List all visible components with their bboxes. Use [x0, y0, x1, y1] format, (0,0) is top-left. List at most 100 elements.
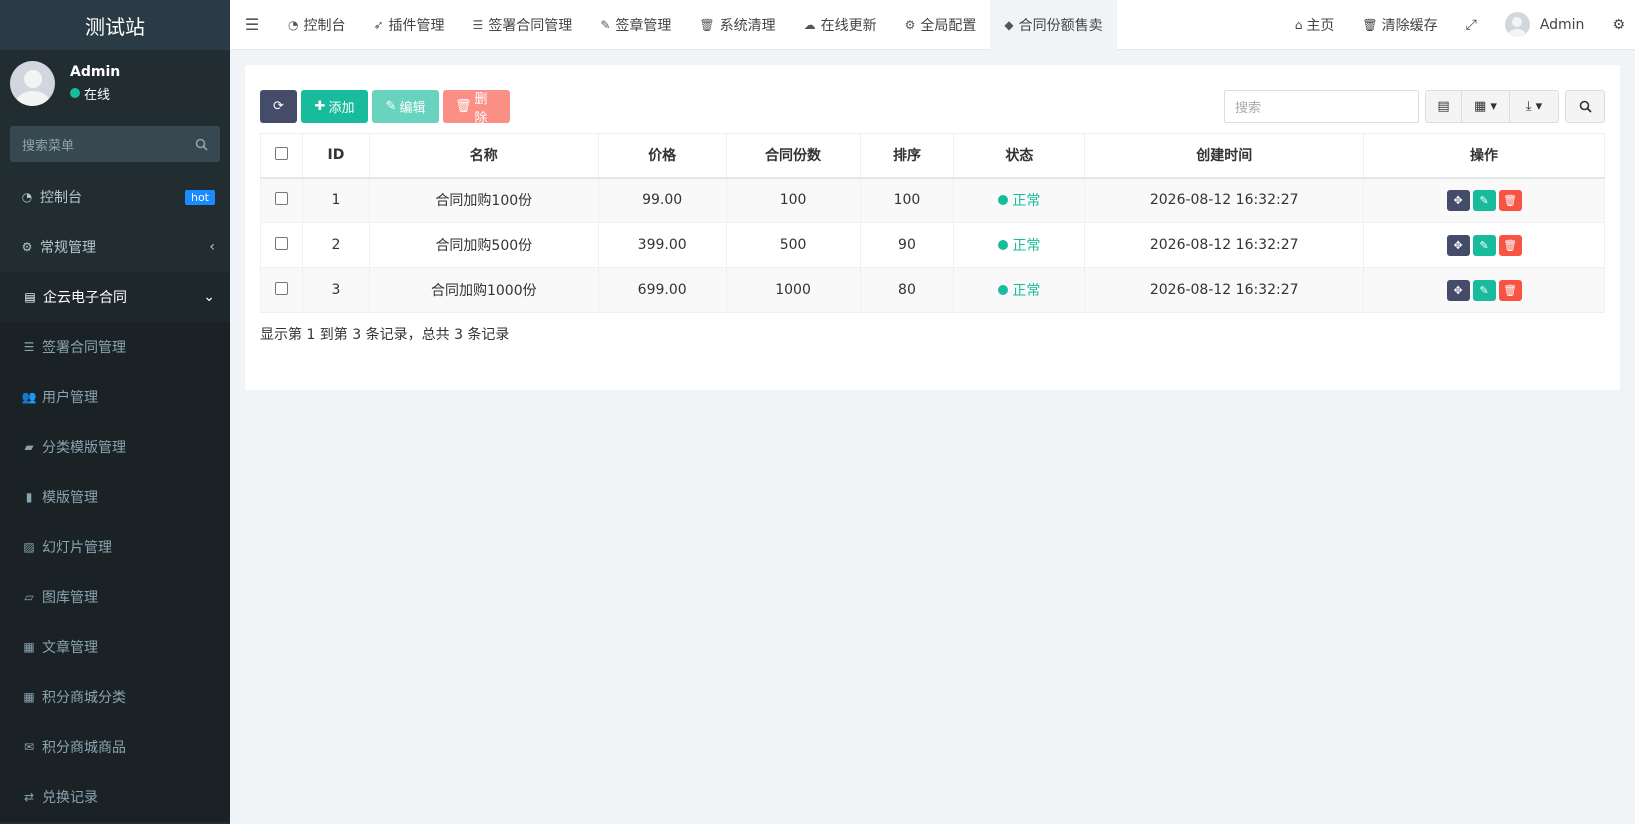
column-header[interactable]: 价格 — [597, 133, 727, 179]
sidebar-item-sign-contract[interactable]: ☰ 签署合同管理 — [0, 322, 230, 372]
table-search-input[interactable]: 搜索 — [1224, 90, 1419, 123]
trash-icon: 🗑 — [1362, 17, 1378, 32]
drag-icon[interactable]: ✥ — [1446, 234, 1470, 256]
tab-global-config[interactable]: ⚙ 全局配置 — [891, 0, 991, 50]
users-icon: 👥 — [21, 390, 37, 404]
table-row[interactable]: 1 合同加购100份 99.00 100 100 正常 2026-08-12 1… — [260, 177, 1605, 223]
delete-row-icon[interactable]: 🗑 — [1498, 189, 1522, 211]
tab-seals[interactable]: ✎ 签章管理 — [586, 0, 685, 50]
drag-icon[interactable]: ✥ — [1446, 279, 1470, 301]
column-header[interactable]: 名称 — [368, 133, 599, 179]
table-row[interactable]: 2 合同加购500份 399.00 500 90 正常 2026-08-12 1… — [260, 222, 1605, 268]
export-dropdown-icon[interactable]: ⤓ ▾ — [1510, 91, 1558, 122]
ticket-icon: ◆ — [1004, 17, 1014, 32]
delete-button[interactable]: 🗑 删除 — [443, 90, 510, 126]
tab-label: 合同份额售卖 — [1018, 17, 1103, 34]
sidebar-item-template[interactable]: ▮ 模版管理 — [0, 472, 230, 522]
cogs-icon: ⚙ — [904, 17, 916, 32]
column-header[interactable]: 创建时间 — [1084, 133, 1365, 179]
column-header[interactable]: 状态 — [953, 133, 1086, 179]
user-name: Admin — [70, 63, 121, 80]
gift-icon: ✉ — [23, 740, 35, 754]
home-label: 主页 — [1306, 17, 1335, 34]
tab-label: 在线更新 — [820, 17, 877, 34]
select-all-checkbox[interactable] — [260, 133, 303, 179]
home-link[interactable]: ⌂ 主页 — [1281, 15, 1349, 35]
sidebar-item-exchange[interactable]: ⇄ 兑换记录 — [0, 772, 230, 822]
row-checkbox[interactable] — [260, 222, 303, 268]
edit-row-icon[interactable]: ✎ — [1472, 189, 1496, 211]
sidebar-item-label: 模版管理 — [42, 490, 98, 506]
toggle-view-icon[interactable]: ▤ — [1426, 91, 1462, 122]
settings-cogs-icon[interactable]: ⚙ — [1598, 17, 1635, 33]
advanced-search-icon[interactable] — [1565, 90, 1605, 123]
menu-toggle-icon[interactable]: ☰ — [230, 15, 274, 34]
tab-label: 签署合同管理 — [488, 17, 573, 34]
cell-status: 正常 — [953, 222, 1086, 268]
sidebar-item-label: 积分商城商品 — [42, 740, 126, 756]
add-button[interactable]: ✚ 添加 — [301, 90, 368, 123]
refresh-button[interactable]: ⟳ — [260, 90, 297, 123]
sidebar-item-users[interactable]: 👥 用户管理 — [0, 372, 230, 422]
menu-search-input[interactable]: 搜索菜单 — [10, 126, 220, 162]
delete-row-icon[interactable]: 🗑 — [1498, 279, 1522, 301]
status-dot-icon — [998, 240, 1009, 250]
cell-price: 399.00 — [597, 222, 727, 268]
column-header[interactable]: 排序 — [859, 133, 955, 179]
brand-logo[interactable]: 测试站 — [0, 0, 230, 50]
status-label: 正常 — [1012, 238, 1041, 254]
tab-system-clean[interactable]: 🗑 系统清理 — [685, 0, 789, 50]
tab-dashboard[interactable]: ◔ 控制台 — [274, 0, 359, 50]
sidebar-item-contract[interactable]: ▤ 企云电子合同 ⌄ — [0, 272, 230, 322]
tab-plugins[interactable]: ➶ 插件管理 — [359, 0, 458, 50]
user-menu[interactable]: Admin — [1491, 12, 1599, 37]
search-placeholder: 搜索 — [1235, 101, 1262, 116]
table-view-buttons: ▤ ▦ ▾ ⤓ ▾ — [1425, 90, 1559, 123]
data-table: ID 名称 价格 合同份数 排序 状态 创建时间 操作 1 合同加购100份 9… — [260, 133, 1605, 313]
fullscreen-icon[interactable]: ⤢ — [1452, 17, 1491, 33]
row-checkbox[interactable] — [260, 267, 303, 313]
sidebar-item-category-template[interactable]: ▰ 分类模版管理 — [0, 422, 230, 472]
sidebar-item-dashboard[interactable]: ◔ 控制台 hot — [0, 172, 230, 222]
clear-cache-button[interactable]: 🗑 清除缓存 — [1348, 15, 1451, 35]
sidebar-submenu: ☰ 签署合同管理 👥 用户管理 ▰ 分类模版管理 ▮ 模版管理 ▨ 幻灯片管理 ▱ 图库管理… — [0, 322, 230, 822]
status-dot-icon — [998, 195, 1009, 206]
tab-online-update[interactable]: ☁ 在线更新 — [790, 0, 891, 50]
table-tools: 搜索 ▤ ▦ ▾ ⤓ ▾ — [1224, 90, 1605, 123]
tab-contract-sale[interactable]: ◆ 合同份额售卖 — [990, 0, 1117, 50]
refresh-icon: ⟳ — [273, 99, 284, 114]
delete-row-icon[interactable]: 🗑 — [1498, 234, 1522, 256]
sidebar-item-articles[interactable]: ▦ 文章管理 — [0, 622, 230, 672]
cell-status: 正常 — [953, 267, 1086, 313]
hot-badge: hot — [184, 189, 215, 205]
sidebar-item-general[interactable]: ⚙ 常规管理 ‹ — [0, 222, 230, 272]
cell-id: 3 — [301, 267, 370, 313]
table-row[interactable]: 3 合同加购1000份 699.00 1000 80 正常 2026-08-12… — [260, 267, 1605, 313]
edit-button[interactable]: ✎ 编辑 — [372, 90, 439, 123]
column-header[interactable]: 合同份数 — [725, 133, 861, 179]
sidebar: 测试站 Admin 在线 搜索菜单 ◔ 控制台 hot ⚙ 常规管理 ‹ ▤ 企… — [0, 0, 230, 824]
sidebar-item-mall-goods[interactable]: ✉ 积分商城商品 — [0, 722, 230, 772]
tab-label: 系统清理 — [719, 17, 776, 34]
edit-row-icon[interactable]: ✎ — [1472, 234, 1496, 256]
sidebar-item-mall-category[interactable]: ▦ 积分商城分类 — [0, 672, 230, 722]
edit-label: 编辑 — [399, 101, 426, 116]
sidebar-item-label: 用户管理 — [42, 390, 98, 406]
add-label: 添加 — [328, 101, 355, 116]
columns-dropdown-icon[interactable]: ▦ ▾ — [1462, 91, 1510, 122]
user-status: 在线 — [70, 84, 120, 103]
drag-icon[interactable]: ✥ — [1446, 189, 1470, 211]
edit-row-icon[interactable]: ✎ — [1472, 279, 1496, 301]
sidebar-item-slides[interactable]: ▨ 幻灯片管理 — [0, 522, 230, 572]
table-toolbar: ⟳ ✚ 添加 ✎ 编辑 🗑 删除 — [260, 90, 514, 126]
tab-sign-contract[interactable]: ☰ 签署合同管理 — [459, 0, 587, 50]
column-header[interactable]: ID — [301, 133, 370, 179]
cell-created: 2026-08-12 16:32:27 — [1084, 222, 1365, 268]
user-status-label: 在线 — [84, 87, 111, 103]
edit-icon: ✎ — [600, 17, 611, 32]
cogs-icon: ⚙ — [21, 240, 33, 254]
sidebar-item-gallery[interactable]: ▱ 图库管理 — [0, 572, 230, 622]
avatar — [1504, 12, 1530, 37]
row-checkbox[interactable] — [260, 177, 303, 223]
cell-count: 100 — [725, 177, 861, 223]
